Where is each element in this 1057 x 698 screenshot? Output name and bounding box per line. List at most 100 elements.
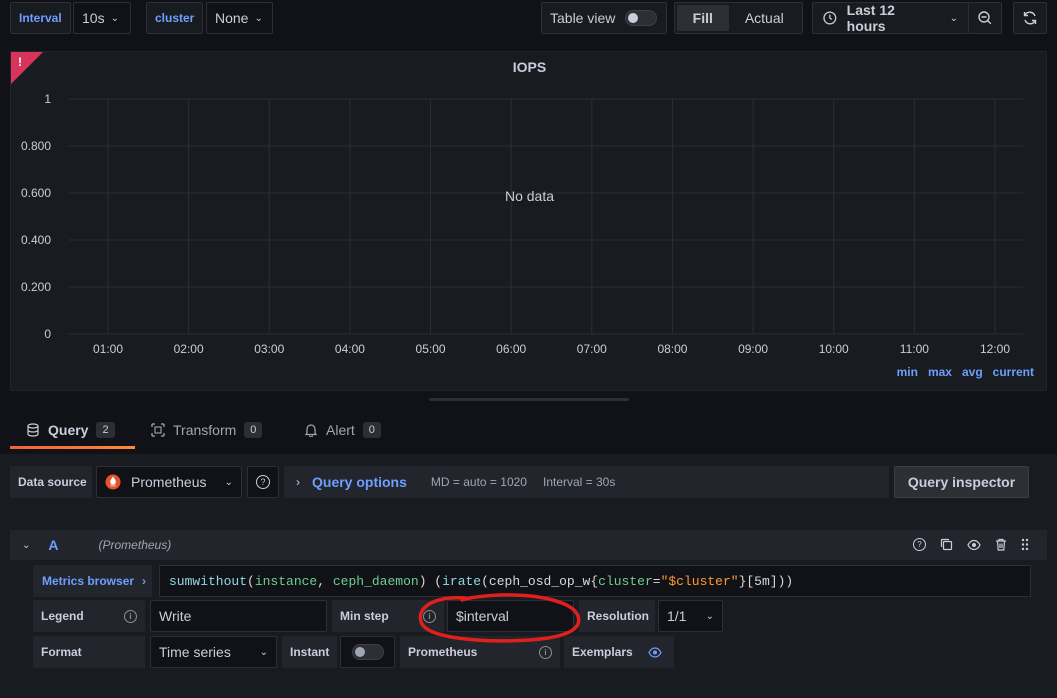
metrics-browser-button[interactable]: Metrics browser › <box>33 565 152 597</box>
toggle-switch[interactable] <box>625 10 658 26</box>
legend-field-label-text: Legend <box>41 609 84 623</box>
query-options-label[interactable]: Query options <box>312 474 407 490</box>
query-inspector-button[interactable]: Query inspector <box>894 466 1029 498</box>
expr-without: without <box>192 573 248 589</box>
legend-current[interactable]: current <box>993 365 1034 379</box>
x-tick-label: 05:00 <box>416 342 446 356</box>
chart-area[interactable]: 00.2000.4000.6000.800101:00 02:00 03:00 04:… <box>11 52 1048 392</box>
datasource-help-button[interactable]: ? <box>247 466 279 498</box>
tab-alert[interactable]: Alert 0 <box>304 413 381 447</box>
x-tick-label: 06:00 <box>496 342 526 356</box>
format-label: Format <box>33 636 145 668</box>
format-value: Time series <box>159 644 231 660</box>
tab-transform[interactable]: Transform 0 <box>151 413 263 447</box>
x-tick-label: 12:00 <box>980 342 1010 356</box>
refresh-button[interactable] <box>1013 2 1047 34</box>
tab-alert-count: 0 <box>362 422 381 438</box>
info-icon[interactable]: i <box>124 609 137 623</box>
actual-option[interactable]: Actual <box>729 5 800 31</box>
interval-variable-select[interactable]: 10s ⌄ <box>73 2 131 34</box>
pane-resize-handle[interactable] <box>429 398 629 401</box>
legend-min[interactable]: min <box>897 365 918 379</box>
y-tick-label: 0 <box>44 327 51 341</box>
datasource-value: Prometheus <box>131 474 207 490</box>
expr-label-key: cluster <box>598 573 653 589</box>
zoom-out-icon <box>978 11 992 25</box>
expr-label-value: "$cluster" <box>660 573 739 589</box>
toggle-switch[interactable] <box>351 644 384 660</box>
table-view-label: Table view <box>550 10 616 26</box>
eye-icon[interactable] <box>648 646 662 658</box>
y-tick-label: 0.800 <box>21 139 51 153</box>
query-actions: ? <box>913 538 1029 551</box>
x-tick-label: 03:00 <box>254 342 284 356</box>
fill-option[interactable]: Fill <box>677 5 729 31</box>
no-data-message: No data <box>504 188 555 204</box>
duplicate-icon[interactable] <box>940 538 953 551</box>
legend-avg[interactable]: avg <box>962 365 983 379</box>
y-tick-label: 1 <box>44 92 51 106</box>
legend-max[interactable]: max <box>928 365 952 379</box>
tab-transform-label: Transform <box>173 422 237 438</box>
x-tick-label: 02:00 <box>174 342 204 356</box>
expr-range: }[5m])) <box>738 573 794 589</box>
drag-handle-icon[interactable] <box>1021 538 1029 551</box>
bell-icon <box>304 424 318 437</box>
resolution-value: 1/1 <box>667 608 687 624</box>
red-annotation-circle <box>418 593 581 643</box>
y-tick-label: 0.200 <box>21 280 51 294</box>
x-tick-label: 01:00 <box>93 342 123 356</box>
resolution-select[interactable]: 1/1 ⌄ <box>658 600 723 632</box>
query-row-header: ⌄ A (Prometheus) ? <box>10 530 1047 560</box>
prometheus-logo-icon <box>105 474 121 490</box>
time-range-picker[interactable]: Last 12 hours ⌄ <box>812 2 969 34</box>
trash-icon[interactable] <box>995 538 1007 551</box>
x-tick-label: 10:00 <box>819 342 849 356</box>
query-options-bar[interactable]: › Query options MD = auto = 1020 Interva… <box>284 466 889 498</box>
eye-icon[interactable] <box>967 539 981 551</box>
expr-label-instance: instance <box>254 573 318 589</box>
cluster-value: None <box>215 10 249 26</box>
tab-active-indicator <box>10 446 135 449</box>
cluster-variable-label: cluster <box>146 2 204 34</box>
tab-query-count: 2 <box>96 422 115 438</box>
x-tick-label: 04:00 <box>335 342 365 356</box>
instant-toggle[interactable] <box>340 636 395 668</box>
datasource-label: Data source <box>10 466 92 498</box>
table-view-toggle[interactable]: Table view <box>541 2 667 34</box>
promql-query-editor[interactable]: sum without (instance, ceph_daemon) (ira… <box>159 565 1031 597</box>
instant-label: Instant <box>282 636 337 668</box>
expr-label-ceph-daemon: ceph_daemon <box>332 573 419 589</box>
datasource-picker[interactable]: Prometheus ⌄ <box>96 466 242 498</box>
time-range-label: Last 12 hours <box>846 2 895 34</box>
expr-paren: ) ( <box>418 573 443 589</box>
format-select[interactable]: Time series ⌄ <box>150 636 277 668</box>
interval-value: 10s <box>82 10 105 26</box>
zoom-out-button[interactable] <box>968 2 1002 34</box>
legend-input[interactable]: Write <box>150 600 327 632</box>
query-help-icon[interactable]: ? <box>913 538 926 551</box>
chevron-down-icon: ⌄ <box>949 12 958 24</box>
interval-variable-label: Interval <box>10 2 71 34</box>
cluster-variable-select[interactable]: None ⌄ <box>206 2 273 34</box>
chevron-right-icon: › <box>296 475 300 489</box>
expr-metric: (ceph_osd_op_w{ <box>481 573 599 589</box>
collapse-chevron-icon[interactable]: ⌄ <box>22 540 30 551</box>
expr-comma: , <box>317 573 333 589</box>
chevron-down-icon: ⌄ <box>224 476 233 488</box>
interval-info: Interval = 30s <box>542 475 616 489</box>
refresh-icon <box>1023 11 1037 25</box>
query-datasource-name: (Prometheus) <box>98 538 172 552</box>
clock-icon <box>823 11 837 25</box>
expr-sum: sum <box>169 573 193 589</box>
tab-query-label: Query <box>48 422 89 438</box>
max-datapoints-info: MD = auto = 1020 <box>430 475 527 489</box>
legend-field-label: Legend i <box>33 600 145 632</box>
database-icon <box>27 423 39 437</box>
query-ref-id[interactable]: A <box>48 537 58 553</box>
chevron-down-icon: ⌄ <box>705 610 714 622</box>
tab-query[interactable]: Query 2 <box>10 413 131 447</box>
tab-alert-label: Alert <box>326 422 355 438</box>
x-tick-label: 11:00 <box>900 342 929 356</box>
x-tick-label: 09:00 <box>738 342 768 356</box>
